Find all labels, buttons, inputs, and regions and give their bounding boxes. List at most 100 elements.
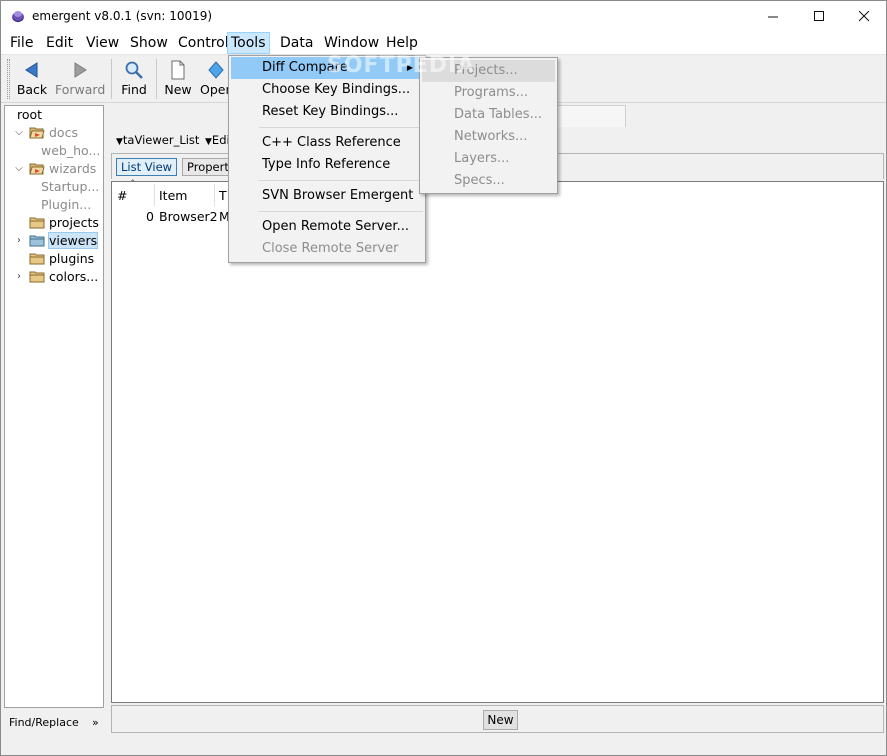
menu-item-close-remote-server[interactable]: Close Remote Server: [231, 238, 398, 260]
column-separator[interactable]: [214, 184, 215, 206]
expand-chevron-icon[interactable]: ›: [14, 232, 24, 250]
find-button[interactable]: Find: [118, 57, 150, 101]
new-label: New: [164, 82, 192, 97]
watermark: SOFTPEDIA: [327, 53, 476, 78]
find-label: Find: [121, 82, 147, 97]
tree-node-web-ho[interactable]: web_ho...: [41, 142, 100, 160]
back-label: Back: [16, 82, 48, 97]
menu-item-choose-key-bindings[interactable]: Choose Key Bindings...: [231, 79, 410, 101]
new-button[interactable]: New: [162, 57, 194, 101]
forward-arrow-icon: [74, 62, 87, 78]
find-replace-bar: Find/Replace »: [4, 714, 104, 732]
tree-node-label: wizards: [49, 161, 97, 176]
window-title: emergent v8.0.1 (svn: 10019): [32, 9, 213, 23]
find-replace-button[interactable]: Find/Replace: [9, 714, 79, 732]
list-pane: # ⌃ Item T 0 Browser2 M: [111, 179, 884, 703]
tree-node-viewers[interactable]: viewers: [29, 232, 99, 250]
menu-item-cpp-class-reference[interactable]: C++ Class Reference: [231, 132, 401, 154]
magnifier-icon: [125, 61, 143, 79]
app-window: emergent v8.0.1 (svn: 10019) File Edit V…: [0, 0, 887, 756]
close-icon: [858, 11, 869, 22]
menu-item-type-info-reference[interactable]: Type Info Reference: [231, 154, 390, 176]
menu-help[interactable]: Help: [383, 32, 421, 54]
column-header-type[interactable]: T: [219, 188, 227, 203]
submenu-item-data-tables[interactable]: Data Tables...: [422, 104, 542, 126]
menu-control[interactable]: Control: [175, 32, 232, 54]
tree-node-label: colors...: [49, 269, 99, 284]
tree-node-projects[interactable]: projects: [29, 214, 99, 232]
panel-tab[interactable]: [556, 105, 626, 127]
tree-node-root[interactable]: root: [17, 106, 42, 124]
minimize-icon: [767, 16, 778, 18]
folder-icon: [29, 271, 45, 283]
submenu-item-specs[interactable]: Specs...: [422, 170, 505, 192]
tree-node-plugin[interactable]: Plugin...: [41, 196, 91, 214]
back-button[interactable]: Back: [15, 57, 49, 101]
tree-node-label: web_ho...: [41, 143, 101, 158]
forward-button[interactable]: Forward: [55, 57, 105, 101]
tree-node-label: Plugin...: [41, 197, 92, 212]
column-separator[interactable]: [154, 184, 155, 206]
menu-separator: [259, 211, 423, 212]
close-button[interactable]: [841, 1, 887, 32]
menu-data[interactable]: Data: [277, 32, 316, 54]
submenu-item-layers[interactable]: Layers...: [422, 148, 509, 170]
folder-icon: [29, 235, 45, 247]
tree-node-label: root: [17, 107, 43, 122]
tree-node-wizards[interactable]: wizards: [29, 160, 96, 178]
bottom-bar: New: [111, 705, 884, 733]
menu-item-reset-key-bindings[interactable]: Reset Key Bindings...: [231, 101, 398, 123]
new-item-button[interactable]: New: [483, 710, 518, 730]
tools-menu: Diff Compare ▶ Choose Key Bindings... Re…: [228, 55, 426, 263]
column-header-item[interactable]: Item: [159, 188, 187, 203]
emergent-logo-icon: [12, 11, 24, 23]
tree-node-docs[interactable]: docs: [29, 124, 78, 142]
tree-node-colors[interactable]: colors...: [29, 268, 98, 286]
submenu-item-networks[interactable]: Networks...: [422, 126, 527, 148]
menu-show[interactable]: Show: [127, 32, 171, 54]
folder-icon: [29, 253, 45, 265]
toolbar-separator: [156, 59, 157, 99]
more-chevron-icon[interactable]: »: [92, 714, 99, 732]
toolbar-separator: [111, 59, 112, 99]
dropdown-triangle-icon: ▼: [116, 137, 123, 147]
menu-separator: [259, 180, 423, 181]
tree-node-startup[interactable]: Startup...: [41, 178, 99, 196]
menu-edit[interactable]: Edit: [43, 32, 76, 54]
menu-tools[interactable]: Tools: [227, 32, 270, 54]
toolbar-grip[interactable]: [7, 59, 10, 99]
expand-chevron-icon[interactable]: ⌵: [14, 124, 24, 142]
folder-icon: [29, 217, 45, 229]
tree-node-label: viewers: [47, 232, 99, 249]
folder-open-icon: [29, 163, 45, 175]
menu-item-open-remote-server[interactable]: Open Remote Server...: [231, 216, 409, 238]
dropdown-triangle-icon: ▼: [205, 137, 212, 147]
column-header-index[interactable]: #: [117, 188, 127, 203]
tree-node-label: plugins: [49, 251, 95, 266]
tab-list-view[interactable]: List View: [116, 158, 178, 176]
back-arrow-icon: [25, 62, 38, 78]
browser-tree: root ⌵ docs web_ho... ⌵ wizards Startup.…: [4, 105, 104, 708]
menu-view[interactable]: View: [83, 32, 122, 54]
tree-node-plugins[interactable]: plugins: [29, 250, 94, 268]
tree-node-label: projects: [49, 215, 99, 230]
tab-properties[interactable]: Properties: [182, 158, 230, 176]
forward-label: Forward: [55, 82, 106, 97]
open-folder-icon: [208, 61, 224, 79]
folder-open-icon: [29, 127, 45, 139]
viewer-list-dropdown[interactable]: ▼taViewer_List: [116, 132, 199, 148]
new-document-icon: [171, 60, 185, 80]
expand-chevron-icon[interactable]: ›: [14, 268, 24, 286]
row-item: Browser2: [159, 209, 218, 224]
menu-bar: File Edit View Show Control Tools Data W…: [1, 32, 886, 55]
menu-item-svn-browser[interactable]: SVN Browser Emergent: [231, 185, 413, 207]
title-bar: emergent v8.0.1 (svn: 10019): [1, 1, 886, 32]
expand-chevron-icon[interactable]: ⌵: [14, 160, 24, 178]
maximize-icon: [813, 11, 824, 21]
submenu-item-programs[interactable]: Programs...: [422, 82, 528, 104]
maximize-button[interactable]: [796, 1, 842, 32]
menu-separator: [259, 127, 423, 128]
menu-window[interactable]: Window: [321, 32, 382, 54]
minimize-button[interactable]: [750, 1, 796, 32]
menu-file[interactable]: File: [7, 32, 36, 54]
